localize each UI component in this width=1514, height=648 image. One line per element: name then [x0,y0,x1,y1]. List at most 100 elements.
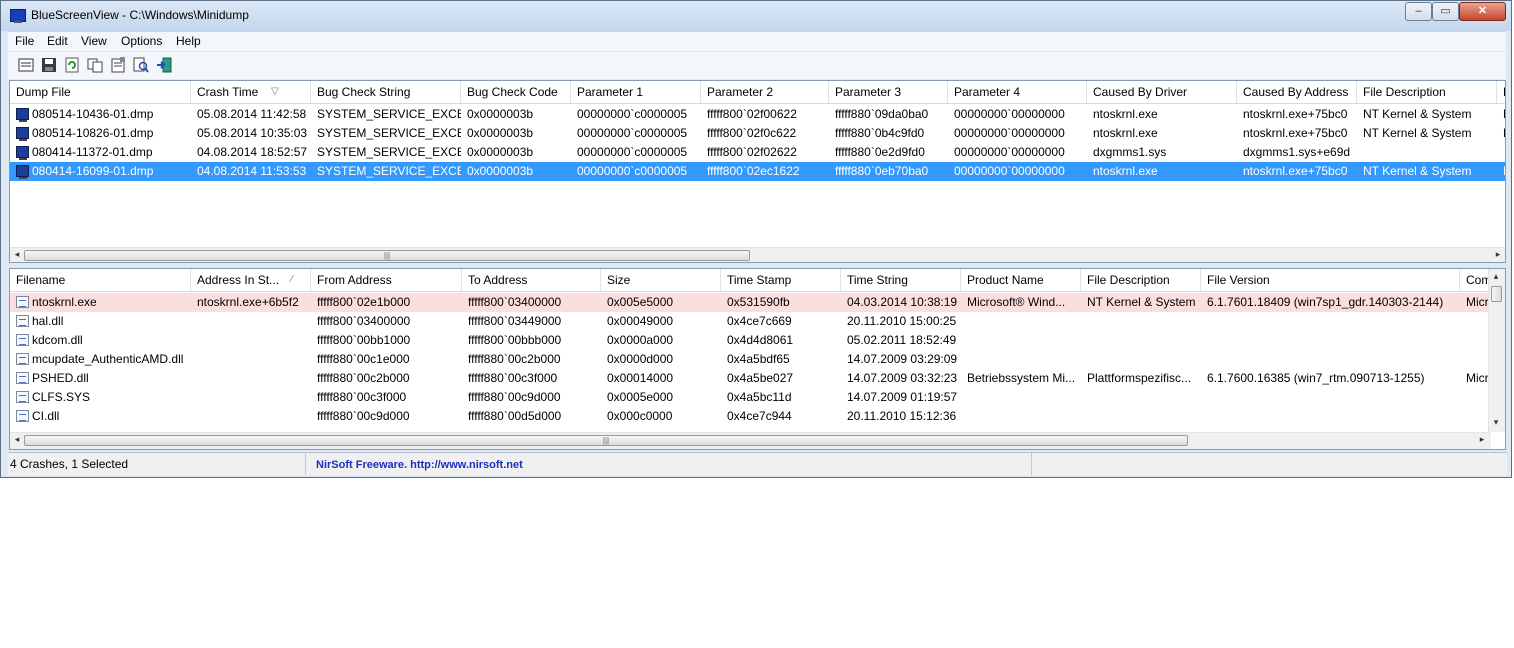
cell-product-name [961,331,1081,350]
crash-list-hscrollbar[interactable]: ◂ ||| ▸ [10,247,1505,262]
menu-options[interactable]: Options [121,34,162,48]
cell-size: 0x00014000 [607,371,674,385]
html-report-icon[interactable] [17,56,35,74]
col-product-name[interactable]: Product Name [961,269,1081,291]
refresh-icon[interactable] [63,56,81,74]
driver-row-highlighted[interactable]: ntoskrnl.exe ntoskrnl.exe+6b5f2 fffff800… [10,293,1491,312]
save-icon[interactable] [40,56,58,74]
cell-to-address: fffff880`00c3f000 [468,371,558,385]
scroll-down-arrow-icon[interactable]: ▾ [1490,417,1502,428]
cell-dump-file: 080414-16099-01.dmp [32,164,154,178]
col-size[interactable]: Size [601,269,721,291]
cell-from-address: fffff880`00c9d000 [317,409,410,423]
find-icon[interactable] [132,56,150,74]
cell-from-address: fffff800`03400000 [317,314,411,328]
crash-row-selected[interactable]: 080414-16099-01.dmp 04.08.2014 11:53:53 … [10,162,1505,181]
copy-icon[interactable] [86,56,104,74]
crash-list-header: Dump File Crash Time ▽ Bug Check String … [10,81,1505,104]
col-caused-by-address[interactable]: Caused By Address [1237,81,1357,103]
cell-from-address: fffff880`00c2b000 [317,371,410,385]
title-bar[interactable]: BlueScreenView - C:\Windows\Minidump – ▭… [1,1,1511,31]
crash-row[interactable]: 080514-10826-01.dmp 05.08.2014 10:35:03 … [10,124,1505,143]
menu-file[interactable]: File [15,34,34,48]
scroll-right-arrow-icon[interactable]: ▸ [1476,434,1488,445]
nirsoft-link[interactable]: NirSoft Freeware. http://www.nirsoft.net [316,459,523,471]
col-bug-check-string[interactable]: Bug Check String [311,81,461,103]
driver-row[interactable]: hal.dll fffff800`03400000 fffff800`03449… [10,312,1491,331]
driver-list-vscrollbar[interactable]: ▴ ▾ [1488,269,1505,432]
col-bug-check-code[interactable]: Bug Check Code [461,81,571,103]
cell-address-in-stack [191,331,311,350]
cell-time-stamp: 0x4a5be027 [727,371,794,385]
properties-icon[interactable] [109,56,127,74]
scroll-up-arrow-icon[interactable]: ▴ [1490,271,1502,282]
driver-row[interactable]: CLFS.SYS fffff880`00c3f000 fffff880`00c9… [10,388,1491,407]
cell-file-description [1081,407,1201,426]
cell-bug-check-code: 0x0000003b [467,107,534,121]
vscroll-thumb[interactable] [1491,286,1502,302]
cell-file-version [1201,388,1460,407]
menu-help[interactable]: Help [176,34,201,48]
col-product[interactable]: P [1497,81,1505,103]
col-parameter-4[interactable]: Parameter 4 [948,81,1087,103]
cell-filename: PSHED.dll [32,371,89,385]
col-parameter-1[interactable]: Parameter 1 [571,81,701,103]
crash-row[interactable]: 080514-10436-01.dmp 05.08.2014 11:42:58 … [10,105,1505,124]
driver-row[interactable]: mcupdate_AuthenticAMD.dll fffff880`00c1e… [10,350,1491,369]
close-button[interactable]: ✕ [1459,2,1506,21]
scroll-thumb[interactable]: ||| [24,250,750,261]
col-time-string[interactable]: Time String [841,269,961,291]
cell-file-version: 6.1.7600.16385 (win7_rtm.090713-1255) [1207,371,1425,385]
col-address-in-stack[interactable]: Address In St... ∕ [191,269,311,291]
driver-row[interactable]: PSHED.dll fffff880`00c2b000 fffff880`00c… [10,369,1491,388]
cell-to-address: fffff880`00c9d000 [468,390,561,404]
cell-size: 0x0000a000 [607,333,674,347]
cell-parameter-2: fffff800`02f00622 [707,107,797,121]
col-crash-time-label: Crash Time [197,85,259,99]
scroll-right-arrow-icon[interactable]: ▸ [1492,249,1504,260]
cell-from-address: fffff880`00c1e000 [317,352,410,366]
cell-to-address: fffff800`03449000 [468,314,562,328]
scroll-thumb[interactable]: ||| [24,435,1188,446]
cell-filename: ntoskrnl.exe [32,295,97,309]
cell-parameter-2: fffff800`02f0c622 [707,126,797,140]
col-parameter-3[interactable]: Parameter 3 [829,81,948,103]
cell-dump-file: 080414-11372-01.dmp [32,145,153,159]
col-dump-file[interactable]: Dump File [10,81,191,103]
cell-caused-by-address: ntoskrnl.exe+75bc0 [1243,126,1348,140]
minimize-button[interactable]: – [1405,2,1432,21]
crash-row[interactable]: 080414-11372-01.dmp 04.08.2014 18:52:57 … [10,143,1505,162]
col-from-address[interactable]: From Address [311,269,462,291]
toolbar [8,51,1506,79]
cell-caused-by-driver: ntoskrnl.exe [1093,126,1158,140]
col-to-address[interactable]: To Address [462,269,601,291]
col-company[interactable]: Com [1460,269,1491,291]
driver-list-hscrollbar[interactable]: ◂ ||| ▸ [10,432,1491,449]
maximize-button[interactable]: ▭ [1432,2,1459,21]
col-filename[interactable]: Filename [10,269,191,291]
driver-row[interactable]: kdcom.dll fffff800`00bb1000 fffff800`00b… [10,331,1491,350]
cell-crash-time: 05.08.2014 11:42:58 [197,107,307,121]
menu-view[interactable]: View [81,34,107,48]
col-parameter-2[interactable]: Parameter 2 [701,81,829,103]
cell-crash-time: 05.08.2014 10:35:03 [197,126,308,140]
scroll-left-arrow-icon[interactable]: ◂ [11,434,23,445]
col-caused-by-driver[interactable]: Caused By Driver [1087,81,1237,103]
cell-to-address: fffff800`03400000 [468,295,562,309]
driver-row[interactable]: CI.dll fffff880`00c9d000 fffff880`00d5d0… [10,407,1491,426]
exit-icon[interactable] [155,56,173,74]
col-file-description[interactable]: File Description [1081,269,1201,291]
col-time-stamp[interactable]: Time Stamp [721,269,841,291]
cell-crash-time: 04.08.2014 18:52:57 [197,145,308,159]
scroll-left-arrow-icon[interactable]: ◂ [11,249,23,260]
menu-edit[interactable]: Edit [47,34,68,48]
col-file-version[interactable]: File Version [1201,269,1460,291]
cell-size: 0x00049000 [607,314,674,328]
col-file-description[interactable]: File Description [1357,81,1497,103]
cell-from-address: fffff800`00bb1000 [317,333,411,347]
cell-product-name [961,388,1081,407]
cell-parameter-4: 00000000`00000000 [954,126,1065,140]
cell-bug-check-string: SYSTEM_SERVICE_EXCE... [317,107,461,121]
col-crash-time[interactable]: Crash Time ▽ [191,81,311,103]
cell-file-description [1081,312,1201,331]
